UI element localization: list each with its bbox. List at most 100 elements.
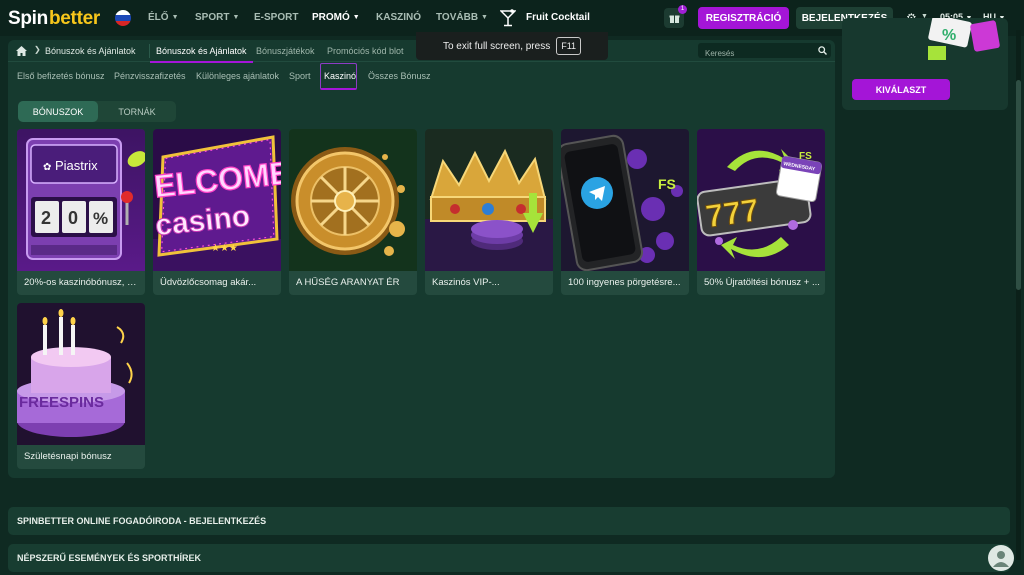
accordion-title: NÉPSZERŰ ESEMÉNYEK ÉS SPORTHÍREK <box>17 553 202 563</box>
bonus-card[interactable]: FREESPINS Születésnapi bónusz <box>17 303 145 469</box>
russia-flag-icon[interactable] <box>115 10 131 26</box>
scrollbar-thumb[interactable] <box>1016 80 1021 290</box>
nav-item-esport[interactable]: E-SPORT <box>254 12 298 23</box>
bonus-card[interactable]: Kaszinós VIP-... <box>425 129 553 295</box>
slot-777-illustration: 777 WEDNESDAY FS <box>697 129 825 271</box>
bonus-card[interactable]: 777 WEDNESDAY FS 50% Újratöltési bónusz … <box>697 129 825 295</box>
spinbetter-logo[interactable]: Spin better <box>8 8 100 30</box>
nav-label: TOVÁBB <box>436 12 479 23</box>
svg-text:Piastrix: Piastrix <box>55 158 98 173</box>
accordion-login-info[interactable]: SPINBETTER ONLINE FOGADÓIRODA - BEJELENT… <box>8 507 1010 535</box>
svg-text:✿: ✿ <box>43 162 51 173</box>
card-caption: Üdvözlőcsomag akár... <box>160 277 257 288</box>
cocktail-icon[interactable] <box>500 9 516 27</box>
subtab-all-bonuses[interactable]: Összes Bónusz <box>368 71 431 81</box>
svg-text:FS: FS <box>799 151 812 162</box>
birthday-cake-illustration: FREESPINS <box>17 303 145 445</box>
nav-label: KASZINÓ <box>376 12 421 23</box>
select-button[interactable]: KIVÁLASZT <box>852 79 950 100</box>
subtab-row: Első befizetés bónusz Pénzvisszafizetés … <box>8 62 835 90</box>
chevron-right-icon: ❯ <box>34 45 41 54</box>
svg-text:2: 2 <box>41 208 51 228</box>
bonus-card[interactable]: ELCOME casino ★★★ Üdvözlőcsomag akár... <box>153 129 281 295</box>
bonus-card[interactable]: FS 100 ingyenes pörgetésre... <box>561 129 689 295</box>
svg-text:%: % <box>93 209 108 228</box>
card-caption: A HŰSÉG ARANYAT ÉR <box>296 277 400 288</box>
tab-bonuses-offers[interactable]: Bónuszok és Ajánlatok <box>150 46 253 63</box>
svg-text:★★★: ★★★ <box>211 243 238 254</box>
chevron-down-icon: ▼ <box>171 14 179 21</box>
subtab-sport[interactable]: Sport <box>289 71 311 81</box>
gift-box-illustration: % <box>928 18 1000 60</box>
chat-support-button[interactable] <box>988 545 1014 571</box>
tab-promo-code[interactable]: Promóciós kód blot <box>327 46 404 56</box>
accordion-popular-events[interactable]: NÉPSZERŰ ESEMÉNYEK ÉS SPORTHÍREK <box>8 544 1010 572</box>
fruit-cocktail-link[interactable]: Fruit Cocktail <box>526 12 590 23</box>
f11-key: F11 <box>556 37 582 55</box>
card-image <box>289 129 417 271</box>
nav-label: ÉLŐ <box>148 12 169 23</box>
segment-tournaments[interactable]: TORNÁK <box>98 101 176 122</box>
toast-text: To exit full screen, press <box>442 40 551 52</box>
card-caption: Születésnapi bónusz <box>24 451 112 462</box>
card-caption: 100 ingyenes pörgetésre... <box>568 277 681 288</box>
nav-item-promo[interactable]: PROMÓ ▼ <box>312 12 360 23</box>
home-icon[interactable] <box>16 46 27 56</box>
accordion-title: SPINBETTER ONLINE FOGADÓIRODA - BEJELENT… <box>17 516 267 526</box>
card-image: 777 WEDNESDAY FS <box>697 129 825 271</box>
welcome-sign-illustration: ELCOME casino ★★★ <box>153 129 281 271</box>
search-icon[interactable] <box>818 46 827 55</box>
bonus-card[interactable]: ✿ Piastrix 2 0 % 20%-os kaszinóbónusz, h… <box>17 129 145 295</box>
nav-item-sport[interactable]: SPORT ▼ <box>195 12 239 23</box>
card-caption: 20%-os kaszinóbónusz, h... <box>24 277 140 288</box>
fullscreen-toast: To exit full screen, press F11 <box>416 32 608 60</box>
card-caption: Kaszinós VIP-... <box>432 277 500 288</box>
bonus-card[interactable]: A HŰSÉG ARANYAT ÉR <box>289 129 417 295</box>
subtab-cashback[interactable]: Pénzvisszafizetés <box>114 71 186 81</box>
card-image: FREESPINS <box>17 303 145 445</box>
segment-bonuses[interactable]: BÓNUSZOK <box>18 101 98 122</box>
svg-text:FS: FS <box>658 176 676 192</box>
gift-icon <box>669 15 679 23</box>
card-caption: 50% Újratöltési bónusz + ... <box>704 277 820 288</box>
gift-button[interactable]: 1 <box>664 5 687 28</box>
notification-badge: 1 <box>678 5 687 14</box>
chat-icon <box>993 551 1009 567</box>
search-input[interactable] <box>698 46 808 61</box>
nav-label: SPORT <box>195 12 230 23</box>
promo-sidebar-card: % KIVÁLASZT <box>842 18 1008 110</box>
slot-machine-illustration: ✿ Piastrix 2 0 % <box>17 129 145 271</box>
svg-text:%: % <box>942 27 956 44</box>
search-box <box>698 43 831 61</box>
crown-illustration <box>425 129 553 271</box>
card-image: ELCOME casino ★★★ <box>153 129 281 271</box>
logo-better: better <box>48 8 100 29</box>
chevron-down-icon: ▼ <box>232 14 240 21</box>
svg-text:777: 777 <box>703 192 761 235</box>
bonus-panel: ❯ Bónuszok és Ajánlatok Bónuszok és Aján… <box>8 40 835 478</box>
card-image <box>425 129 553 271</box>
subtab-first-deposit[interactable]: Első befizetés bónusz <box>17 71 105 81</box>
card-image: FS <box>561 129 689 271</box>
register-button[interactable]: REGISZTRÁCIÓ <box>698 7 789 29</box>
chevron-down-icon: ▼ <box>352 14 360 21</box>
svg-text:FREESPINS: FREESPINS <box>19 394 104 411</box>
golden-wheel-illustration <box>289 129 417 271</box>
nav-label: PROMÓ <box>312 12 350 23</box>
subtab-casino[interactable]: Kaszinó <box>324 71 356 81</box>
nav-item-elo[interactable]: ÉLŐ ▼ <box>148 12 179 23</box>
nav-item-kaszino[interactable]: KASZINÓ <box>376 12 421 23</box>
segment-control: BÓNUSZOK TORNÁK <box>18 101 176 122</box>
chevron-down-icon: ▼ <box>481 14 488 21</box>
nav-item-tovabb[interactable]: TOVÁBB ▼ <box>436 12 488 23</box>
logo-spin: Spin <box>8 8 48 29</box>
subtab-special-offers[interactable]: Különleges ajánlatok <box>196 71 279 81</box>
svg-text:0: 0 <box>68 208 78 228</box>
scrollbar[interactable] <box>1016 30 1021 560</box>
divider <box>149 44 150 58</box>
tab-bonus-games[interactable]: Bónuszjátékok <box>256 46 315 56</box>
telegram-phone-illustration: FS <box>561 129 689 271</box>
nav-label: E-SPORT <box>254 12 299 23</box>
card-image: ✿ Piastrix 2 0 % <box>17 129 145 271</box>
breadcrumb-current: Bónuszok és Ajánlatok <box>45 46 136 56</box>
